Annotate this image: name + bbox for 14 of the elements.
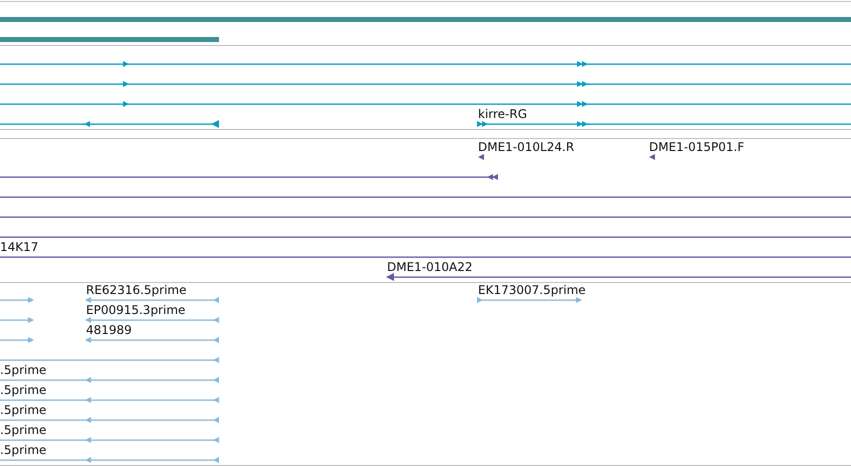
- feature-label: 14K17: [0, 240, 38, 254]
- feature-label: .5prime: [0, 403, 46, 417]
- feature-label: .5prime: [0, 443, 46, 457]
- feature-label: RE62316.5prime: [86, 283, 186, 297]
- feature-label: 481989: [86, 323, 132, 337]
- feature-label: DME1-015P01.F: [649, 140, 744, 154]
- feature-label: .5prime: [0, 423, 46, 437]
- feature-label: .5prime: [0, 383, 46, 397]
- feature-label: .5prime: [0, 363, 46, 377]
- feature-label: EP00915.3prime: [86, 303, 186, 317]
- feature-label: DME1-010A22: [387, 260, 473, 274]
- feature-label: EK173007.5prime: [478, 283, 586, 297]
- feature-label: DME1-010L24.R: [478, 140, 574, 154]
- feature-label: kirre-RG: [478, 107, 528, 121]
